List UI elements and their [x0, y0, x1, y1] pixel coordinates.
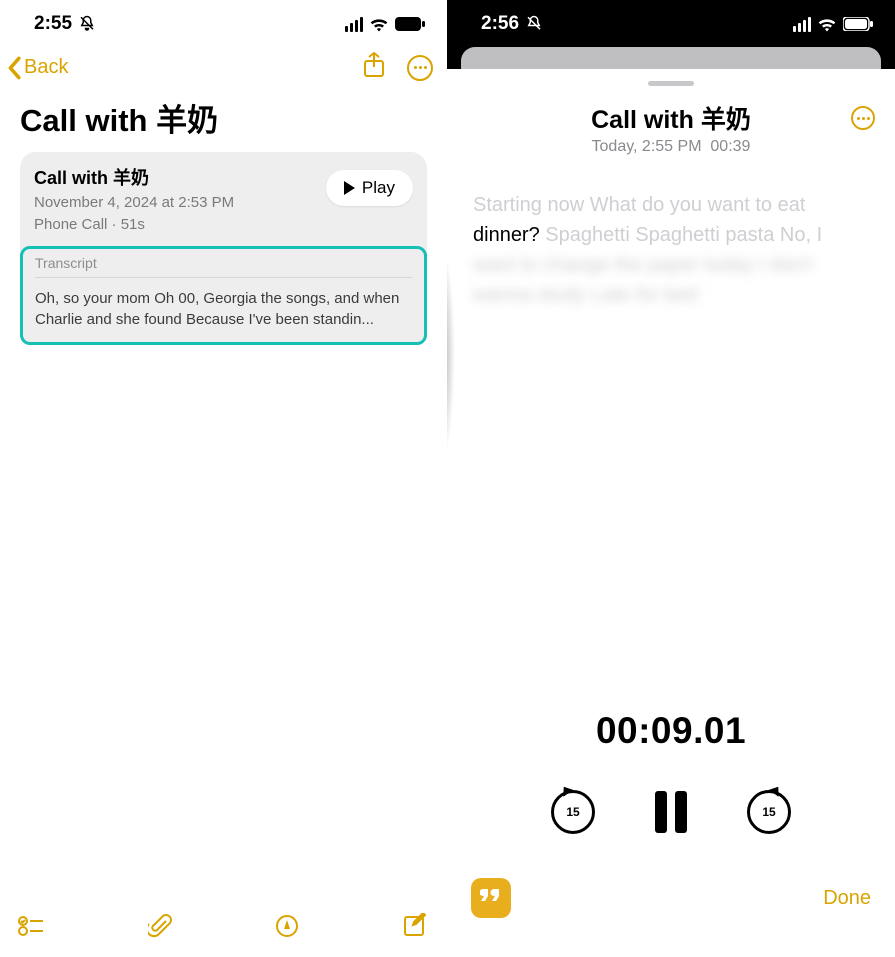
skip-back-label: 15	[566, 805, 579, 819]
battery-icon	[395, 17, 425, 31]
transcript-line: Spaghetti Spaghetti pasta No, I	[540, 224, 822, 246]
quote-icon	[480, 889, 502, 907]
edge-shadow	[447, 244, 455, 464]
live-transcript[interactable]: Starting now What do you want to eat din…	[447, 156, 895, 310]
checklist-icon[interactable]	[18, 915, 44, 937]
transcript-current-word: dinner?	[473, 224, 540, 246]
pause-icon	[655, 791, 667, 833]
page-title: Call with 羊奶	[0, 89, 447, 152]
back-label: Back	[24, 56, 68, 79]
done-button[interactable]: Done	[823, 887, 871, 910]
card-date: November 4, 2024 at 2:53 PM	[34, 192, 234, 214]
markup-icon[interactable]	[275, 914, 299, 938]
transcript-line: Starting now What do you want to eat	[473, 194, 805, 216]
nav-bar: Back	[0, 48, 447, 89]
playback-controls: 15 15	[447, 790, 895, 834]
play-label: Play	[362, 178, 395, 198]
skip-fwd-label: 15	[762, 805, 775, 819]
play-button[interactable]: Play	[326, 170, 413, 206]
transcript-upcoming: want to change the paper today I don't w…	[473, 250, 869, 310]
silent-icon	[525, 15, 543, 33]
chevron-left-icon	[6, 56, 22, 80]
wifi-icon	[817, 16, 837, 32]
sheet-handle[interactable]	[648, 81, 694, 86]
player-screen: 2:56 Phone Call with 羊奶	[447, 0, 895, 957]
signal-icon	[793, 17, 811, 32]
skip-back-button[interactable]: 15	[551, 790, 595, 834]
bottom-toolbar	[0, 895, 447, 957]
card-title: Call with 羊奶	[34, 164, 234, 190]
transcript-panel[interactable]: Transcript Oh, so your mom Oh 00, Georgi…	[20, 246, 427, 345]
transcript-label: Transcript	[35, 255, 412, 278]
more-icon[interactable]	[851, 106, 875, 130]
status-time: 2:55	[34, 13, 72, 35]
silent-icon	[78, 15, 96, 33]
attachment-icon[interactable]	[148, 913, 172, 939]
card-meta: Phone Call · 51s	[34, 214, 234, 236]
call-recording-card[interactable]: Call with 羊奶 November 4, 2024 at 2:53 PM…	[20, 152, 427, 345]
wifi-icon	[369, 16, 389, 32]
status-bar: 2:56	[447, 0, 895, 48]
player-subtitle: Today, 2:55 PM 00:39	[467, 138, 875, 156]
play-icon	[344, 181, 355, 195]
battery-icon	[843, 17, 873, 31]
player-sheet: Call with 羊奶 Today, 2:55 PM 00:39 Starti…	[447, 69, 895, 952]
pause-button[interactable]	[655, 791, 687, 833]
player-title: Call with 羊奶	[467, 100, 875, 136]
pause-icon	[675, 791, 687, 833]
status-bar: 2:55	[0, 0, 447, 48]
compose-icon[interactable]	[403, 913, 429, 939]
status-time: 2:56	[481, 13, 519, 35]
notes-app-screen: 2:55 Back	[0, 0, 447, 957]
signal-icon	[345, 17, 363, 32]
back-button[interactable]: Back	[6, 56, 68, 80]
quote-button[interactable]	[471, 878, 511, 918]
elapsed-time: 00:09.01	[447, 710, 895, 752]
more-icon[interactable]	[407, 55, 433, 81]
transcript-preview: Oh, so your mom Oh 00, Georgia the songs…	[35, 288, 412, 330]
share-icon[interactable]	[363, 52, 385, 83]
skip-forward-button[interactable]: 15	[747, 790, 791, 834]
